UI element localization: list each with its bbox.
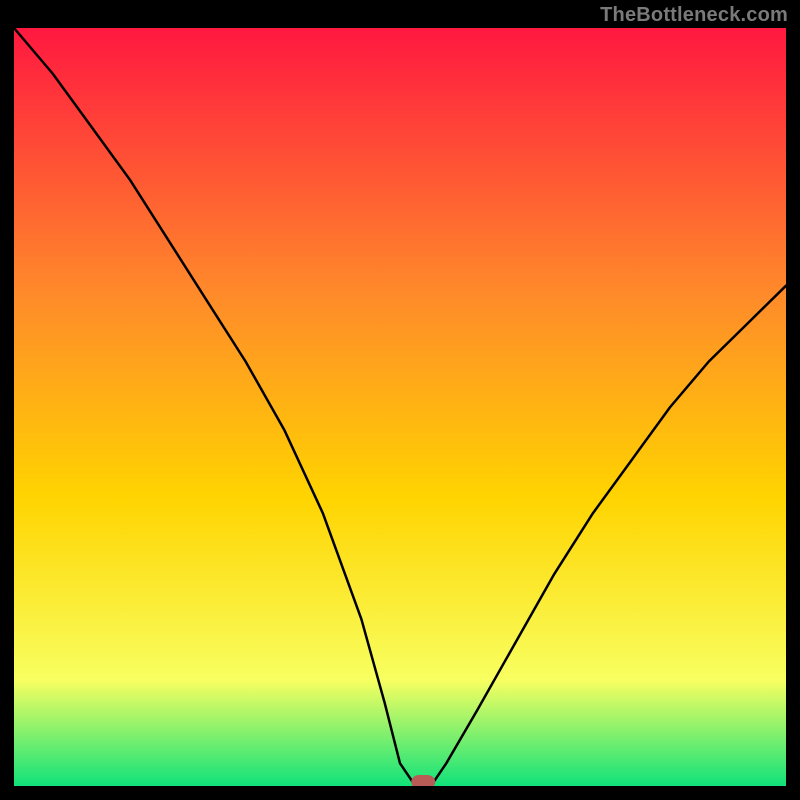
plot-area — [14, 28, 786, 786]
bottleneck-chart — [14, 28, 786, 786]
optimal-point-marker — [411, 775, 435, 786]
watermark-text: TheBottleneck.com — [600, 4, 788, 27]
chart-frame: TheBottleneck.com — [0, 0, 800, 800]
